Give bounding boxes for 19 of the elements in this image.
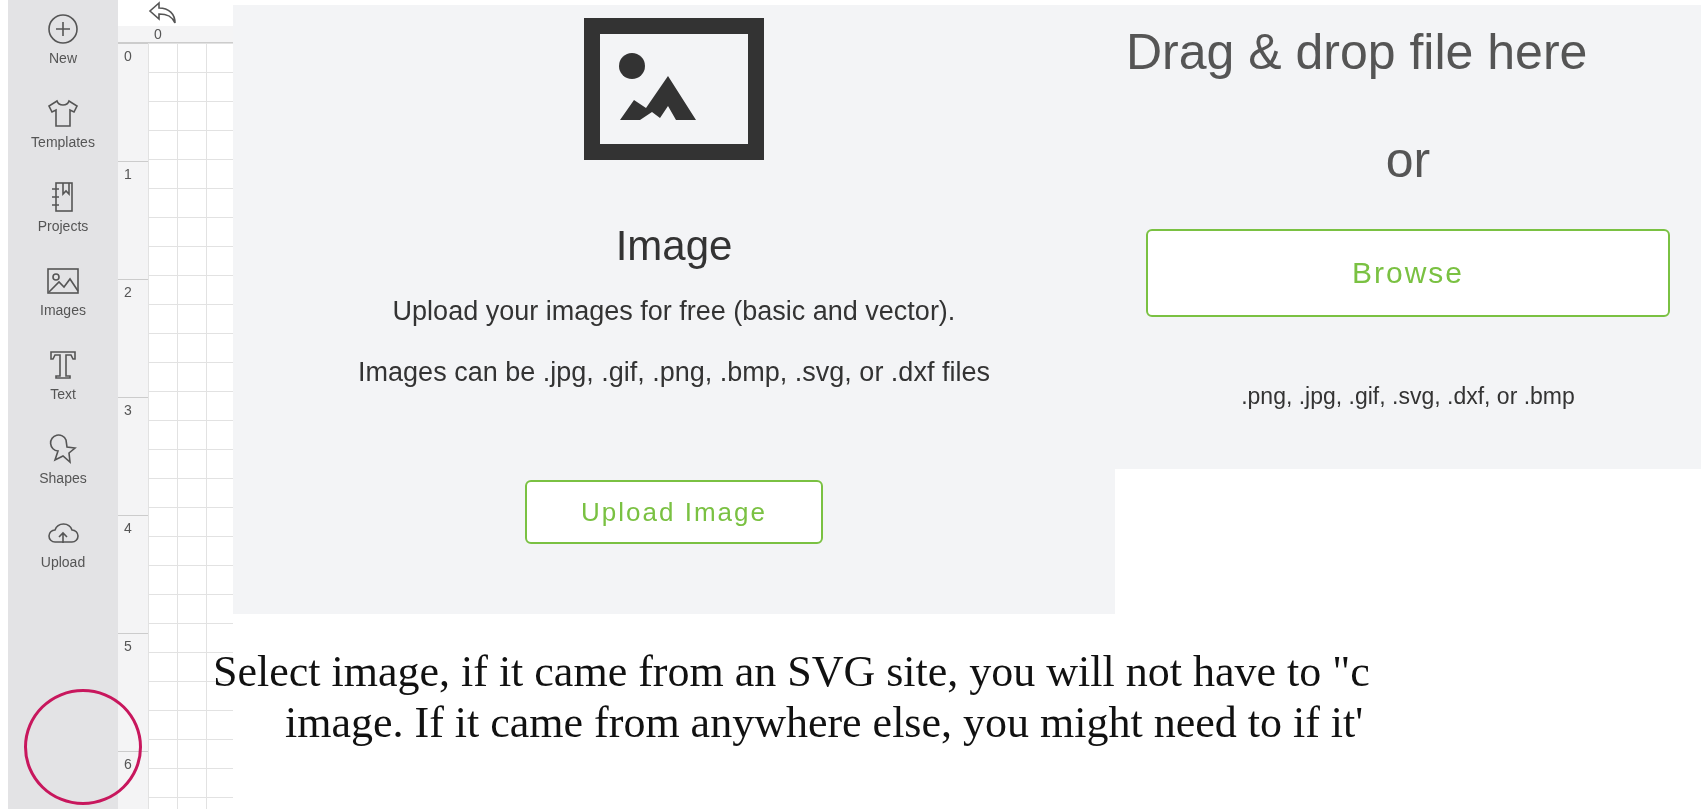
sidebar-item[interactable]: New <box>46 12 80 66</box>
supported-formats-text: Images can be .jpg, .gif, .png, .bmp, .svg, or .dxf files <box>358 357 990 388</box>
sidebar-item[interactable]: Text <box>46 348 80 402</box>
sidebar-item[interactable]: Upload <box>40 516 86 570</box>
sidebar-item-icon <box>46 12 80 46</box>
image-icon <box>584 18 764 160</box>
sidebar-item[interactable]: Images <box>40 264 86 318</box>
undo-icon[interactable] <box>148 0 178 26</box>
supported-formats-text: .png, .jpg, .gif, .svg, .dxf, or .bmp <box>1241 383 1575 410</box>
panel-description: Upload your images for free (basic and vector). <box>392 296 956 327</box>
sidebar-item[interactable]: Templates <box>31 96 95 150</box>
sidebar-item[interactable]: Shapes <box>39 432 87 486</box>
drop-zone-heading: Drag & drop file here <box>1125 23 1588 81</box>
caption-text: image. If it came from anywhere else, you might need to if it' <box>284 697 1365 748</box>
caption-text: Select image, if it came from an SVG site, you will not have to "c <box>213 646 1371 697</box>
or-text: or <box>1385 131 1431 189</box>
panel-title: Image <box>615 222 733 270</box>
sidebar-item[interactable]: Projects <box>37 180 89 234</box>
ruler-label: 0 <box>154 26 162 42</box>
